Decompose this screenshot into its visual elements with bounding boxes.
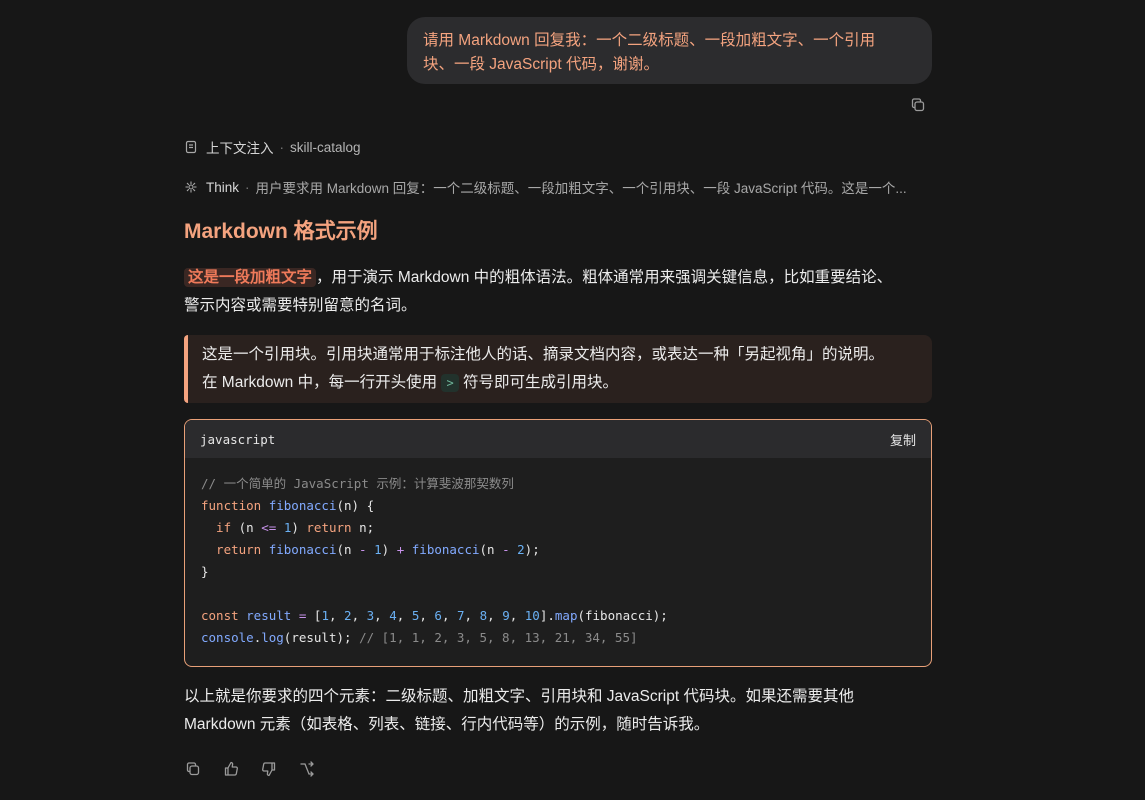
thumbs-up-icon[interactable] <box>222 760 240 778</box>
thumbs-down-icon[interactable] <box>260 760 278 778</box>
paragraph-text: 以上就是你要求的四个元素：二级标题、加粗文字、引用块和 JavaScript 代… <box>184 688 854 705</box>
think-row[interactable]: Think · 用户要求用 Markdown 回复：一个二级标题、一段加粗文字、… <box>184 177 932 197</box>
code-language-label: javascript <box>200 431 276 447</box>
code-line: function fibonacci(n) { <box>201 498 375 513</box>
branch-icon[interactable] <box>298 760 316 778</box>
quote-text: 符号即可生成引用块。 <box>462 374 618 391</box>
closing-paragraph: 以上就是你要求的四个元素：二级标题、加粗文字、引用块和 JavaScript 代… <box>184 683 932 739</box>
message-actions <box>184 760 316 778</box>
quote-line: 在 Markdown 中，每一行开头使用 > 符号即可生成引用块。 <box>202 369 918 397</box>
copy-icon[interactable] <box>184 760 202 778</box>
reply-heading: Markdown 格式示例 <box>184 220 378 243</box>
document-icon <box>184 140 198 154</box>
code-line: const result = [1, 2, 3, 4, 5, 6, 7, 8, … <box>201 608 668 623</box>
context-injection-row[interactable]: 上下文注入 · skill-catalog <box>184 137 361 157</box>
paragraph-text: ，用于演示 Markdown 中的粗体语法。粗体通常用来强调关键信息，比如重要结… <box>316 269 893 286</box>
user-message-bubble: 请用 Markdown 回复我：一个二级标题、一段加粗文字、一个引用 块、一段 … <box>407 17 932 84</box>
code-block: javascript 复制 // 一个简单的 JavaScript 示例：计算斐… <box>184 419 932 667</box>
inline-code: > <box>441 374 459 392</box>
context-label: 上下文注入 <box>206 141 274 156</box>
code-line: // 一个简单的 JavaScript 示例：计算斐波那契数列 <box>201 476 514 491</box>
quote-line: 这是一个引用块。引用块通常用于标注他人的话、摘录文档内容，或表达一种「另起视角」… <box>202 346 885 363</box>
blockquote: 这是一个引用块。引用块通常用于标注他人的话、摘录文档内容，或表达一种「另起视角」… <box>184 335 932 403</box>
paragraph-text: 警示内容或需要特别留意的名词。 <box>184 297 417 314</box>
code-line: return fibonacci(n - 1) + fibonacci(n - … <box>201 542 540 557</box>
code-line: console.log(result); // [1, 1, 2, 3, 5, … <box>201 630 638 645</box>
sparkle-icon <box>184 180 198 194</box>
user-message-line: 块、一段 JavaScript 代码，谢谢。 <box>423 56 659 73</box>
paragraph-text: Markdown 元素（如表格、列表、链接、行内代码等）的示例，随时告诉我。 <box>184 716 710 733</box>
user-message-line: 请用 Markdown 回复我：一个二级标题、一段加粗文字、一个引用 <box>423 32 876 49</box>
code-content: // 一个简单的 JavaScript 示例：计算斐波那契数列 function … <box>185 458 931 664</box>
think-label: Think <box>206 179 240 195</box>
copy-icon[interactable] <box>909 96 927 114</box>
code-block-header: javascript 复制 <box>185 420 931 458</box>
separator-dot: · <box>245 179 250 195</box>
quote-text: 在 Markdown 中，每一行开头使用 <box>202 374 438 391</box>
bold-text: 这是一段加粗文字 <box>184 268 317 287</box>
think-summary: 用户要求用 Markdown 回复：一个二级标题、一段加粗文字、一个引用块、一段… <box>255 181 907 196</box>
bold-paragraph: 这是一段加粗文字 ，用于演示 Markdown 中的粗体语法。粗体通常用来强调关键… <box>184 264 932 320</box>
context-detail: skill-catalog <box>290 139 361 155</box>
separator-dot: · <box>279 139 285 155</box>
code-line: } <box>201 564 209 579</box>
copy-code-button[interactable]: 复制 <box>890 430 916 449</box>
code-line: if (n <= 1) return n; <box>201 520 375 535</box>
